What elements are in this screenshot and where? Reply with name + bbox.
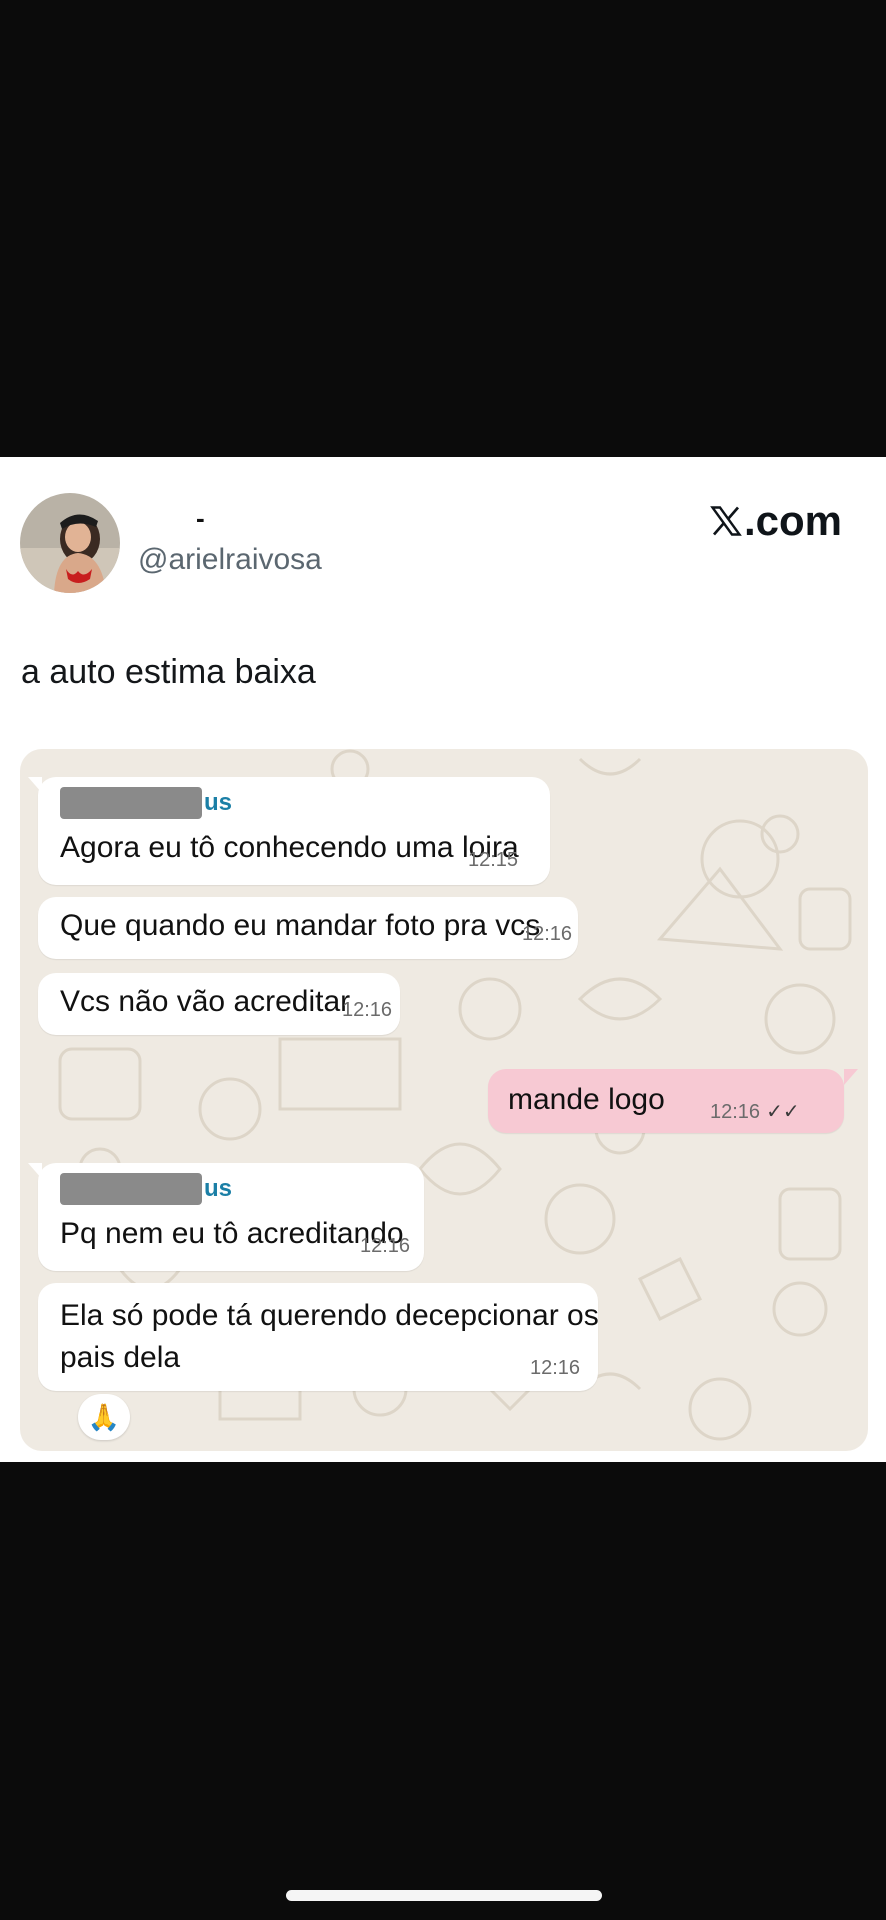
display-name: -	[196, 503, 205, 533]
message-text: pais dela	[60, 1341, 181, 1374]
redacted-name	[60, 787, 202, 819]
message-text: mande logo	[508, 1083, 665, 1116]
message-time: 12:16 ✓✓	[710, 1101, 800, 1123]
redacted-name	[60, 1173, 202, 1205]
home-indicator[interactable]	[286, 1890, 602, 1901]
incoming-message[interactable]: Vcs não vão acreditar 12:16	[38, 973, 400, 1035]
message-time: 12:15	[468, 849, 519, 871]
x-com-logo: .com	[708, 497, 842, 545]
bubble-tail	[844, 1069, 858, 1085]
incoming-message[interactable]: Que quando eu mandar foto pra vcs 12:16	[38, 897, 578, 959]
tweet-text: a auto estima baixa	[21, 653, 316, 691]
bubble-tail	[28, 1163, 42, 1179]
incoming-message[interactable]: us Pq nem eu tô acreditando 12:16	[38, 1163, 424, 1271]
top-black-area	[0, 0, 886, 457]
tweet-card: - @arielraivosa .com a auto estima baixa	[0, 457, 886, 1462]
user-handle[interactable]: @arielraivosa	[138, 543, 322, 577]
message-time: 12:16	[530, 1357, 581, 1379]
message-text: Agora eu tô conhecendo uma loira	[60, 831, 519, 864]
praying-hands-icon: 🙏	[87, 1401, 121, 1432]
bottom-black-area	[0, 1462, 886, 1920]
chat-screenshot: us Agora eu tô conhecendo uma loira 12:1…	[20, 749, 868, 1451]
message-text: Ela só pode tá querendo decepcionar os	[60, 1299, 599, 1332]
brand-text: .com	[743, 497, 842, 544]
message-text: Vcs não vão acreditar	[60, 985, 351, 1018]
x-logo-icon	[710, 506, 742, 536]
bubble-tail	[28, 777, 42, 793]
message-time: 12:16	[360, 1235, 411, 1257]
incoming-message[interactable]: Ela só pode tá querendo decepcionar os p…	[38, 1283, 599, 1391]
sender-name: us	[60, 1173, 232, 1205]
reaction-badge[interactable]: 🙏	[78, 1394, 130, 1440]
outgoing-message[interactable]: mande logo 12:16 ✓✓	[488, 1069, 844, 1133]
message-text: Pq nem eu tô acreditando	[60, 1217, 404, 1250]
message-time: 12:16	[342, 999, 393, 1021]
message-text: Que quando eu mandar foto pra vcs	[60, 909, 541, 942]
message-time: 12:16	[522, 923, 573, 945]
incoming-message[interactable]: us Agora eu tô conhecendo uma loira 12:1…	[38, 777, 550, 885]
read-receipt-icon: ✓✓	[766, 1101, 800, 1123]
sender-name: us	[60, 787, 232, 819]
avatar[interactable]	[20, 493, 120, 593]
